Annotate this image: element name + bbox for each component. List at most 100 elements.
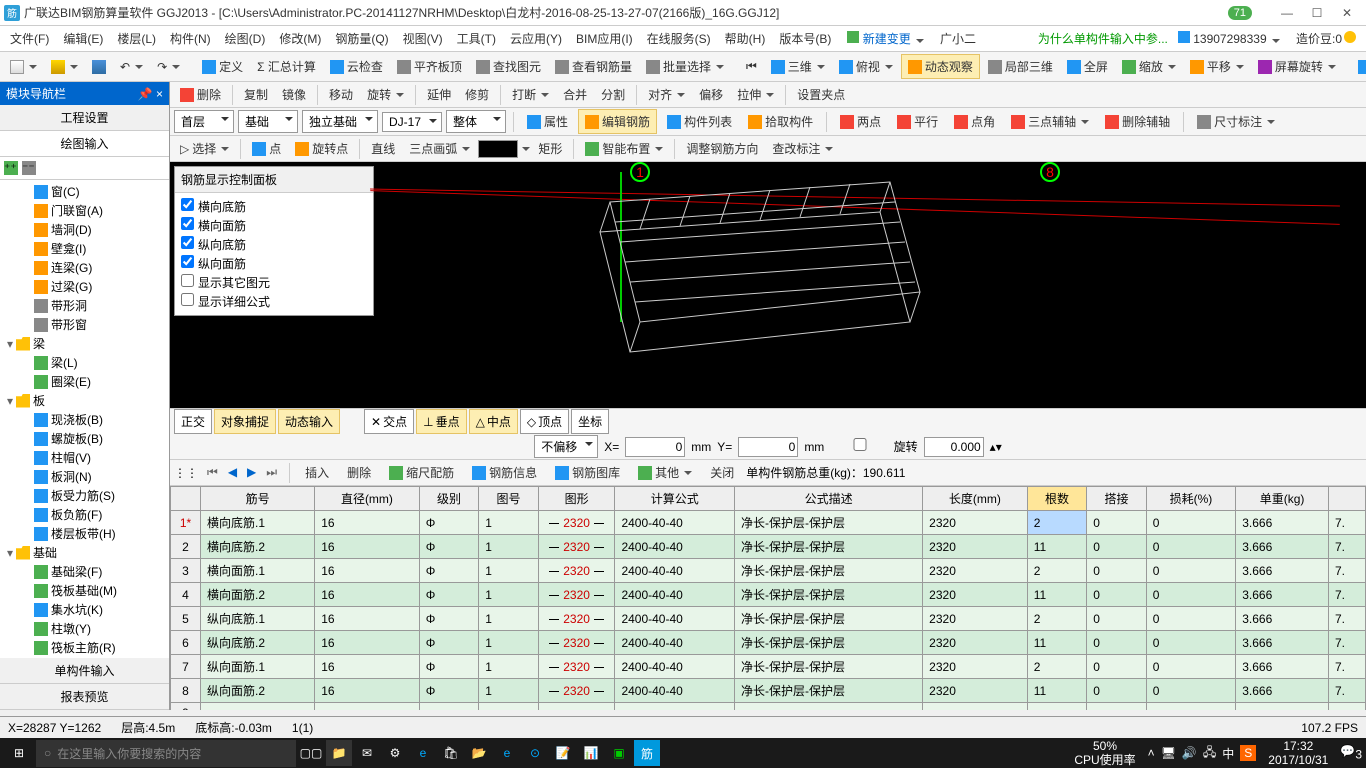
explorer[interactable]: 📂 xyxy=(466,740,492,766)
cell[interactable]: 16 xyxy=(315,679,420,703)
select-floor-button[interactable]: 选择楼层 xyxy=(1352,55,1366,78)
tree-ribbonhole[interactable]: 带形洞 xyxy=(2,296,167,315)
other-button[interactable]: 其他 xyxy=(632,461,698,484)
table-row[interactable]: 1*横向底筋.116Φ123202400-40-40净长-保护层-保护层2320… xyxy=(171,511,1366,535)
cell[interactable]: 2320 xyxy=(923,511,1028,535)
cell[interactable]: 横向面筋.1 xyxy=(201,559,315,583)
align-button[interactable]: 对齐 xyxy=(642,83,691,106)
floor-combo[interactable]: 首层 xyxy=(174,110,234,133)
rotpoint-tool[interactable]: 旋转点 xyxy=(289,137,354,160)
twopoint-button[interactable]: 两点 xyxy=(834,110,887,133)
tree-doorwindow[interactable]: 门联窗(A) xyxy=(2,201,167,220)
point-tool[interactable]: 点 xyxy=(246,137,287,160)
stretch-button[interactable]: 拉伸 xyxy=(731,83,780,106)
cell[interactable]: 11 xyxy=(1027,631,1087,655)
cell[interactable]: 0 xyxy=(1087,607,1147,631)
cell[interactable]: 6 xyxy=(171,631,201,655)
tray-vol-icon[interactable]: 🔊 xyxy=(1182,746,1197,760)
rotate-button[interactable]: 旋转 xyxy=(361,83,410,106)
menu-rebar[interactable]: 钢筋量(Q) xyxy=(329,27,394,50)
cpu-meter[interactable]: 50%CPU使用率 xyxy=(1068,739,1141,768)
cell[interactable] xyxy=(419,703,479,711)
mirror-button[interactable]: 镜像 xyxy=(276,83,312,106)
cell[interactable]: 7. xyxy=(1328,655,1365,679)
cell[interactable]: Φ xyxy=(419,607,479,631)
cell[interactable]: 11 xyxy=(1027,679,1087,703)
cell[interactable]: Φ xyxy=(419,559,479,583)
cell[interactable]: 1 xyxy=(479,679,539,703)
cell[interactable]: 0 xyxy=(1146,583,1236,607)
cell[interactable]: 3.666 xyxy=(1236,535,1329,559)
cell[interactable]: 1 xyxy=(479,535,539,559)
menu-tools[interactable]: 工具(T) xyxy=(451,27,502,50)
save-button[interactable] xyxy=(86,57,112,77)
cell[interactable]: 3.666 xyxy=(1236,559,1329,583)
cell[interactable]: 2 xyxy=(171,535,201,559)
cell[interactable]: 横向面筋.2 xyxy=(201,583,315,607)
x-input[interactable] xyxy=(625,437,685,457)
cell[interactable]: 7. xyxy=(1328,559,1365,583)
cell[interactable] xyxy=(923,703,1028,711)
update-badge[interactable]: 71 xyxy=(1228,6,1252,20)
cell[interactable]: 16 xyxy=(315,631,420,655)
first-button[interactable]: ⏮ xyxy=(204,465,221,480)
cell[interactable]: 7 xyxy=(171,655,201,679)
cell[interactable]: 7. xyxy=(1328,511,1365,535)
arc-tool[interactable]: 三点画弧 xyxy=(403,137,476,160)
col-header[interactable]: 图形 xyxy=(538,487,615,511)
expand-icon[interactable]: ⁺⁺ xyxy=(4,161,18,175)
cell[interactable]: 0 xyxy=(1146,559,1236,583)
task-view[interactable]: ▢▢ xyxy=(298,740,324,766)
cloud-check-button[interactable]: 云检查 xyxy=(324,55,389,78)
cell[interactable]: 0 xyxy=(1087,655,1147,679)
edge[interactable]: e xyxy=(410,740,436,766)
cell[interactable]: 0 xyxy=(1087,631,1147,655)
local3d-button[interactable]: 局部三维 xyxy=(982,55,1059,78)
parallel-button[interactable]: 平行 xyxy=(891,110,944,133)
y-input[interactable] xyxy=(738,437,798,457)
cell[interactable]: 2320 xyxy=(538,631,615,655)
tray-screen-icon[interactable]: 🖥 xyxy=(1161,746,1176,760)
menu-online[interactable]: 在线服务(S) xyxy=(641,27,717,50)
type-combo[interactable]: 独立基础 xyxy=(302,110,378,133)
new-button[interactable] xyxy=(4,57,43,77)
table-row[interactable]: 2横向底筋.216Φ123202400-40-40净长-保护层-保护层23201… xyxy=(171,535,1366,559)
start-button[interactable]: ⊞ xyxy=(4,740,34,766)
cell[interactable]: 2400-40-40 xyxy=(615,679,735,703)
cell[interactable] xyxy=(538,703,615,711)
copy-button[interactable]: 复制 xyxy=(238,83,274,106)
fullscreen-button[interactable]: 全屏 xyxy=(1061,55,1114,78)
table-row[interactable]: 6纵向底筋.216Φ123202400-40-40净长-保护层-保护层23201… xyxy=(171,631,1366,655)
app5[interactable]: 📝 xyxy=(550,740,576,766)
tree-sump[interactable]: 集水坑(K) xyxy=(2,600,167,619)
app3[interactable]: ⚙ xyxy=(382,740,408,766)
osnap-toggle[interactable]: 对象捕捉 xyxy=(214,409,276,434)
element-combo[interactable]: DJ-17 xyxy=(382,112,442,132)
check-label-button[interactable]: 查改标注 xyxy=(766,137,839,160)
offset-mode[interactable]: 不偏移 xyxy=(534,435,598,458)
search-box[interactable]: ○ 在这里输入你要搜索的内容 xyxy=(36,740,296,767)
cell[interactable]: 净长-保护层-保护层 xyxy=(735,559,923,583)
cell[interactable]: 1 xyxy=(479,511,539,535)
store[interactable]: 🛍 xyxy=(438,740,464,766)
perp-snap[interactable]: ⊥ 垂点 xyxy=(416,409,466,434)
opt-vtop[interactable]: 纵向面筋 xyxy=(179,254,369,273)
cell[interactable]: 2 xyxy=(1027,511,1087,535)
tray-up-icon[interactable]: ˄ xyxy=(1148,746,1155,760)
cell[interactable]: 2 xyxy=(1027,655,1087,679)
tree-slab-group[interactable]: ▾板 xyxy=(2,391,167,410)
tree-pier[interactable]: 柱墩(Y) xyxy=(2,619,167,638)
cell[interactable]: 2 xyxy=(1027,607,1087,631)
ie[interactable]: e xyxy=(494,740,520,766)
tree-fbeam[interactable]: 基础梁(F) xyxy=(2,562,167,581)
cell[interactable]: 16 xyxy=(315,583,420,607)
clock[interactable]: 17:322017/10/31 xyxy=(1262,739,1334,768)
cell[interactable]: 0 xyxy=(1087,679,1147,703)
cell[interactable]: 2320 xyxy=(538,607,615,631)
tree-ring[interactable]: 圈梁(E) xyxy=(2,372,167,391)
minimize-button[interactable]: — xyxy=(1272,3,1302,23)
cell[interactable]: 2320 xyxy=(923,583,1028,607)
lib-button[interactable]: 钢筋图库 xyxy=(549,461,626,484)
opt-other[interactable]: 显示其它图元 xyxy=(179,273,369,292)
cell[interactable]: 0 xyxy=(1087,511,1147,535)
